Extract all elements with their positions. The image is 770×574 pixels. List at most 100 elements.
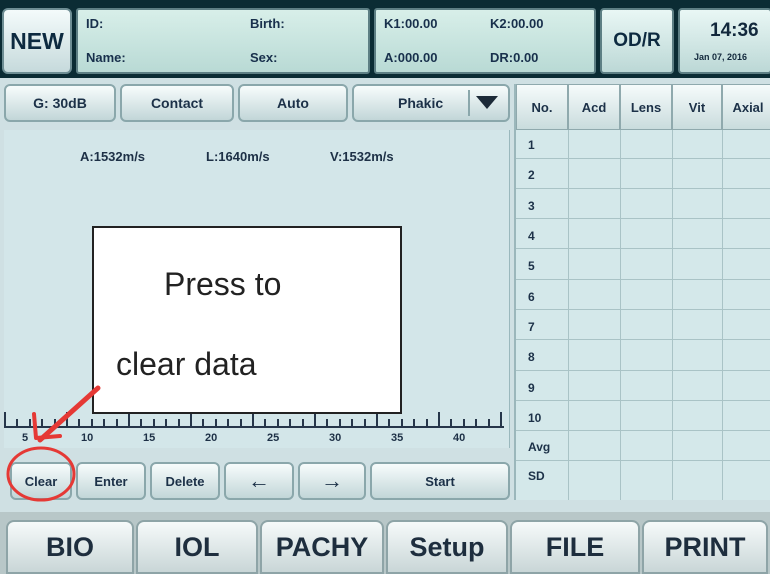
col-header-label: Vit xyxy=(688,99,706,115)
ruler-tick xyxy=(388,419,391,426)
move-left-button[interactable]: ← xyxy=(224,462,294,500)
ruler-tick xyxy=(376,412,378,426)
tab-setup[interactable]: Setup xyxy=(386,520,508,574)
ruler-tick xyxy=(202,419,205,426)
col-header-label: Acd xyxy=(581,99,607,115)
table-row[interactable]: 10 xyxy=(516,405,568,431)
col-header-label: No. xyxy=(531,99,553,115)
ruler-tick xyxy=(214,419,217,426)
time-text: 14:36 xyxy=(710,20,759,41)
arrow-left-icon: ← xyxy=(248,468,270,493)
eye-select-button[interactable]: OD/R xyxy=(600,8,674,74)
table-row[interactable]: Avg xyxy=(516,434,568,460)
tab-label: Setup xyxy=(409,531,485,562)
id-label: ID: xyxy=(86,16,104,31)
date-text: Jan 07, 2016 xyxy=(694,52,748,62)
contact-button[interactable]: Contact xyxy=(120,84,234,122)
row-divider xyxy=(516,430,770,431)
ruler-tick xyxy=(264,419,267,426)
gain-button[interactable]: G: 30dB xyxy=(4,84,116,122)
ruler-tick xyxy=(289,419,292,426)
tab-label: PACHY xyxy=(275,531,369,562)
ruler-label: 30 xyxy=(329,432,342,444)
tab-file[interactable]: FILE xyxy=(510,520,640,574)
ruler-tick xyxy=(177,419,180,426)
ruler-tick xyxy=(500,412,502,426)
table-row[interactable]: 5 xyxy=(516,253,568,279)
ruler-tick xyxy=(152,419,155,426)
auto-label: Auto xyxy=(277,95,309,111)
table-row[interactable]: 9 xyxy=(516,375,568,401)
row-label: 5 xyxy=(528,259,535,273)
table-row[interactable]: 1 xyxy=(516,132,568,158)
name-label: Name: xyxy=(86,50,126,65)
new-label: NEW xyxy=(10,27,64,54)
col-header-label: Lens xyxy=(630,99,662,115)
ruler-label: 15 xyxy=(143,432,156,444)
patient-info-panel[interactable]: ID: Name: Birth: Sex: xyxy=(76,8,370,74)
start-button[interactable]: Start xyxy=(370,462,510,500)
phakic-label: Phakic xyxy=(398,95,444,111)
delete-button[interactable]: Delete xyxy=(150,462,220,500)
velocity-a: A:1532m/s xyxy=(80,149,146,164)
gain-label: G: 30dB xyxy=(33,95,87,111)
chevron-down-icon xyxy=(468,90,504,116)
contact-label: Contact xyxy=(150,95,204,111)
row-label: 7 xyxy=(528,320,535,334)
ruler-tick xyxy=(227,419,230,426)
tab-label: FILE xyxy=(545,531,605,562)
ruler-tick xyxy=(363,419,366,426)
tab-print[interactable]: PRINT xyxy=(642,520,768,574)
tab-iol[interactable]: IOL xyxy=(136,520,258,574)
table-row[interactable]: 2 xyxy=(516,162,568,188)
move-right-button[interactable]: → xyxy=(298,462,366,500)
auto-button[interactable]: Auto xyxy=(238,84,348,122)
col-divider xyxy=(722,130,723,500)
table-row[interactable]: SD xyxy=(516,463,568,489)
birth-label: Birth: xyxy=(250,16,285,31)
phakic-dropdown[interactable]: Phakic xyxy=(352,84,510,122)
arrow-right-icon: → xyxy=(321,468,343,493)
tab-bio[interactable]: BIO xyxy=(6,520,134,574)
ruler-label: 25 xyxy=(267,432,280,444)
row-label: 4 xyxy=(528,229,535,243)
annotation-arrow-icon xyxy=(6,385,101,502)
row-divider xyxy=(516,370,770,371)
keratometry-panel[interactable]: K1:00.00 K2:00.00 A:000.00 DR:0.00 xyxy=(374,8,596,74)
ruler-tick xyxy=(140,419,143,426)
new-patient-button[interactable]: NEW xyxy=(2,8,72,74)
ruler-tick xyxy=(314,412,316,426)
ruler-tick xyxy=(351,419,354,426)
row-label: 1 xyxy=(528,138,535,152)
sex-label: Sex: xyxy=(250,50,278,65)
eye-select-label: OD/R xyxy=(613,30,661,51)
col-header-label: Axial xyxy=(732,99,764,115)
ruler-tick xyxy=(252,412,254,426)
table-row[interactable]: 3 xyxy=(516,193,568,219)
start-label: Start xyxy=(425,473,455,489)
row-divider xyxy=(516,158,770,159)
table-row[interactable]: 4 xyxy=(516,223,568,249)
table-row[interactable]: 6 xyxy=(516,284,568,310)
delete-label: Delete xyxy=(165,473,205,489)
k2-value: K2:00.00 xyxy=(490,16,544,31)
ruler-tick xyxy=(425,419,428,426)
row-label: 8 xyxy=(528,350,535,364)
row-divider xyxy=(516,460,770,461)
results-table: No. Acd Lens Vit Axial 1 2 3 4 5 6 7 8 9… xyxy=(514,84,770,500)
col-divider xyxy=(620,130,621,500)
ruler-tick xyxy=(190,412,192,426)
tab-label: BIO xyxy=(45,531,94,562)
annotation-callout: Press to clear data xyxy=(92,226,402,414)
table-row[interactable]: 7 xyxy=(516,314,568,340)
col-header-no: No. xyxy=(516,84,568,130)
clock-display: 14:36 Jan 07, 2016 xyxy=(678,8,770,74)
table-row[interactable]: 8 xyxy=(516,344,568,370)
col-header-axial: Axial xyxy=(722,84,770,130)
ruler-tick xyxy=(115,419,118,426)
row-label: 6 xyxy=(528,290,535,304)
tab-pachy[interactable]: PACHY xyxy=(260,520,384,574)
col-divider xyxy=(568,130,569,500)
a-value: A:000.00 xyxy=(384,50,438,65)
ruler-label: 40 xyxy=(453,432,466,444)
